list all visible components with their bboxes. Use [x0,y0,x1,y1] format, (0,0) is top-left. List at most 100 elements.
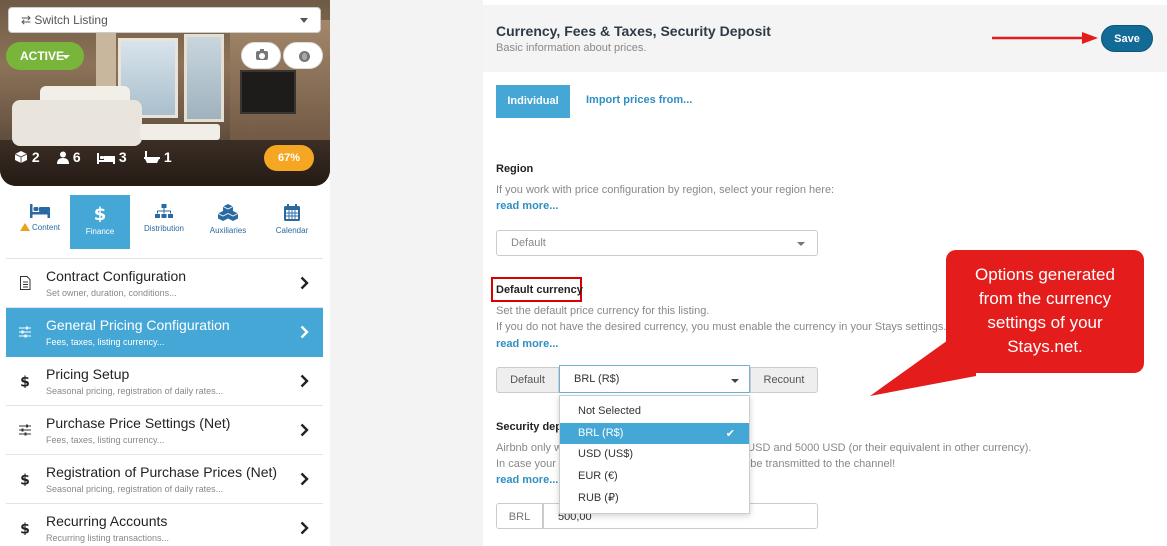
import-prices-link[interactable]: Import prices from... [586,94,692,106]
listing-photo: ⇄ Switch Listing ACTIVE 2 6 3 1 67% [0,0,330,186]
tab-calendar-label: Calendar [275,226,309,235]
deposit-help-text-2: In case your a ot be transmitted to the c… [496,458,895,470]
security-deposit-title: Security depo [496,421,569,433]
annotation-arrow [992,32,1098,44]
currency-option-label: BRL (R$) [578,426,624,439]
chevron-right-icon [300,521,309,535]
sitemap-icon [155,204,173,218]
status-label: ACTIVE [20,49,65,63]
warning-icon [19,223,30,231]
globe-button[interactable] [283,42,323,69]
menu-item-subtitle: Set owner, duration, conditions... [46,288,177,298]
currency-select[interactable]: BRL (R$) [559,365,750,393]
completion-badge: 67% [264,145,314,171]
currency-option[interactable]: RUB (₽) [560,487,749,509]
annotation-callout: Options generated from the currency sett… [946,250,1144,373]
callout-line: settings of your [987,313,1103,332]
currency-option[interactable]: EUR (€) [560,466,749,488]
dollar-icon: $ [20,473,30,487]
bed-icon [97,153,115,164]
document-icon [20,276,31,290]
chevron-right-icon [300,472,309,486]
currency-read-more-link[interactable]: read more... [496,338,558,350]
tab-distribution[interactable]: Distribution [134,195,194,249]
region-read-more-link[interactable]: read more... [496,200,558,212]
svg-text:$: $ [20,473,30,487]
tab-calendar[interactable]: Calendar [262,195,322,249]
tab-auxiliaries-label: Auxiliaries [209,226,247,235]
cubes-icon [218,204,238,221]
dollar-icon: $ [20,375,30,389]
menu-item-pricing-setup[interactable]: $ Pricing Setup Seasonal pricing, regist… [6,357,323,406]
menu-item-subtitle: Seasonal pricing, registration of daily … [46,386,224,396]
deposit-help-right: 0 USD and 5000 USD (or their equivalent … [738,442,1032,454]
check-icon: ✔ [725,427,735,440]
deposit-help-text: Airbnb only w 0 USD and 5000 USD (or thei… [496,442,1031,454]
stat-baths: 1 [144,149,172,165]
bath-icon [144,151,160,163]
currency-dropdown-list: Not Selected BRL (R$) ✔ USD (US$) EUR (€… [559,395,750,514]
camera-button[interactable] [241,42,281,69]
caret-down-icon [62,55,70,59]
deposit-help-left: Airbnb only w [496,442,563,454]
menu-item-purchase-price-settings[interactable]: Purchase Price Settings (Net) Fees, taxe… [6,406,323,455]
tab-content[interactable]: Content [10,195,70,249]
chevron-right-icon [300,423,309,437]
deposit-help-right: ot be transmitted to the channel! [738,458,896,470]
deposit-read-more-link[interactable]: read more... [496,474,558,486]
chevron-right-icon [300,374,309,388]
menu-item-general-pricing-configuration[interactable]: General Pricing Configuration Fees, taxe… [6,308,323,357]
individual-tab-button[interactable]: Individual [496,85,570,118]
switch-listing-select[interactable]: ⇄ Switch Listing [8,7,321,33]
default-button[interactable]: Default [496,367,559,393]
save-button[interactable]: Save [1101,25,1153,52]
menu-item-contract-configuration[interactable]: Contract Configuration Set owner, durati… [6,259,323,308]
callout-line: Options generated [975,265,1115,284]
dollar-icon: $ [94,204,106,222]
menu-item-title: Pricing Setup [46,366,130,382]
tab-finance[interactable]: $ Finance [70,195,130,249]
region-help-text: If you work with price configuration by … [496,184,835,196]
calendar-icon [284,204,300,221]
currency-option-selected[interactable]: BRL (R$) ✔ [560,422,749,444]
chevron-right-icon [300,276,309,290]
caret-down-icon [731,379,739,383]
stat-guests: 6 [57,149,81,165]
menu-item-subtitle: Fees, taxes, listing currency... [46,337,165,347]
switch-listing-label: ⇄ Switch Listing [21,13,108,27]
page-subtitle: Basic information about prices. [496,42,647,54]
status-dropdown[interactable]: ACTIVE [6,42,84,70]
currency-select-value: BRL (R$) [574,373,620,385]
menu-item-title: Contract Configuration [46,268,187,284]
currency-prefix: BRL [496,503,543,529]
dollar-icon: $ [20,522,30,536]
svg-text:$: $ [20,522,30,536]
menu-item-subtitle: Seasonal pricing, registration of daily … [46,484,224,494]
menu-item-registration-of-purchase-prices[interactable]: $ Registration of Purchase Prices (Net) … [6,455,323,504]
stat-rooms: 2 [14,149,40,165]
rooms-count: 2 [31,149,40,165]
currency-option[interactable]: Not Selected [560,401,749,423]
menu-item-title: Recurring Accounts [46,513,168,529]
page-title: Currency, Fees & Taxes, Security Deposit [496,23,771,39]
sliders-icon [19,424,31,436]
recount-button[interactable]: Recount [750,367,818,393]
cube-icon [14,151,28,163]
svg-text:$: $ [20,375,30,389]
currency-option[interactable]: USD (US$) [560,444,749,466]
menu-item-title: Purchase Price Settings (Net) [46,415,231,431]
menu-item-title: General Pricing Configuration [46,317,230,333]
sidebar: ⇄ Switch Listing ACTIVE 2 6 3 1 67% Cont… [0,0,330,546]
gutter [330,0,483,546]
currency-help-text: Set the default price currency for this … [496,305,710,317]
region-select[interactable]: Default [496,230,818,256]
callout-line: Stays.net. [1007,337,1083,356]
menu-item-recurring-accounts[interactable]: $ Recurring Accounts Recurring listing t… [6,504,323,546]
stat-beds: 3 [97,149,127,165]
deposit-help-left: In case your a [496,458,566,470]
bed-icon [30,204,50,218]
default-currency-title: Default currency [496,284,583,296]
tab-content-label: Content [31,223,61,232]
tab-auxiliaries[interactable]: Auxiliaries [198,195,258,249]
guests-count: 6 [72,149,81,165]
